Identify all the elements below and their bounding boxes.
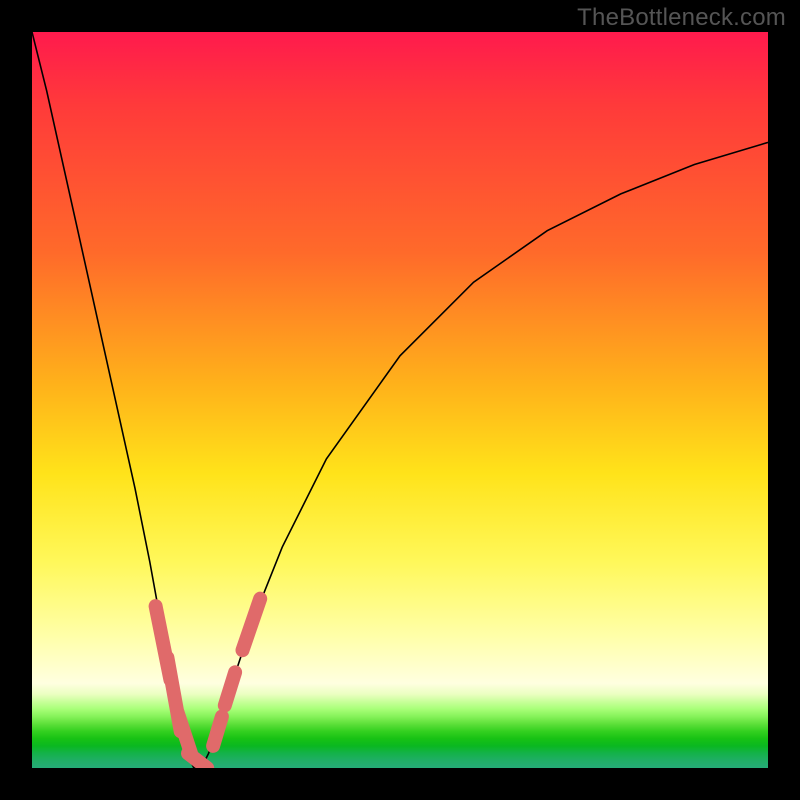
marker-group (156, 599, 261, 768)
marker-segment (178, 713, 191, 754)
watermark-text: TheBottleneck.com (577, 4, 786, 32)
marker-segment (243, 599, 261, 651)
plot-area (32, 32, 768, 768)
chart-frame: TheBottleneck.com (0, 0, 800, 800)
marker-segment (188, 753, 207, 768)
bottleneck-curve (32, 32, 768, 768)
marker-segment (225, 672, 235, 705)
marker-segment (167, 658, 180, 732)
marker-segment (213, 717, 222, 746)
marker-segment (156, 606, 171, 680)
chart-svg (32, 32, 768, 768)
